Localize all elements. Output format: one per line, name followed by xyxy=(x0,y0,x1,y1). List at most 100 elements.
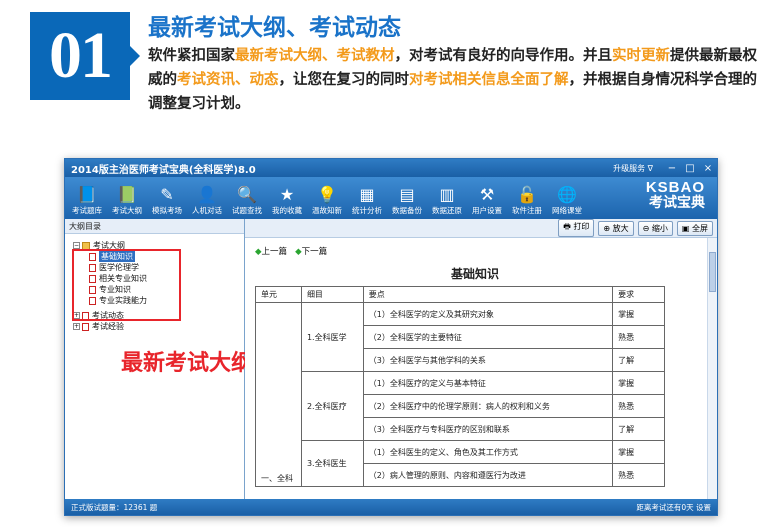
prev-article-link[interactable]: ◆上一篇 xyxy=(255,245,287,257)
lock-icon: 🔓 xyxy=(517,184,537,204)
zoom-in-button[interactable]: ⊕ 放大 xyxy=(598,220,634,236)
point-cell: （1）全科医疗的定义与基本特征 xyxy=(362,371,614,395)
settings-icon: ⚒ xyxy=(479,184,495,204)
toolbar-button-settings[interactable]: ⚒ 用户设置 xyxy=(467,183,507,216)
collapse-icon[interactable]: − xyxy=(73,242,80,249)
document-title: 基础知识 xyxy=(450,267,499,281)
upgrade-service-button[interactable]: 升级服务 ∇ xyxy=(613,163,653,174)
document-icon xyxy=(82,322,89,331)
toolbar-button-restore[interactable]: ▥ 数据还原 xyxy=(427,183,467,216)
table-row: 3.全科医生 （1）全科医生的定义、角色及其工作方式 掌握 xyxy=(256,440,665,487)
highlight-text: 考试资讯、动态 xyxy=(177,72,279,88)
toolbar-label: 网络课堂 xyxy=(552,206,582,215)
prev-label: 上一篇 xyxy=(261,247,288,257)
subject-cell: 2.全科医疗 xyxy=(300,371,364,441)
restore-icon: ▥ xyxy=(439,184,455,204)
maximize-button[interactable]: □ xyxy=(681,163,699,174)
zoom-out-button[interactable]: ⊖ 缩小 xyxy=(637,220,673,236)
description-text: 软件紧扣国家 xyxy=(148,48,235,64)
magnifier-icon: 🔍 xyxy=(237,184,257,204)
column-header: 要点 xyxy=(362,286,614,303)
vertical-scrollbar[interactable] xyxy=(707,238,717,499)
toolbar-label: 数据备份 xyxy=(392,206,422,215)
article-nav: ◆上一篇 ◆下一篇 xyxy=(255,245,327,257)
description-text: ，对考试有良好的向导作用。并且 xyxy=(394,48,613,64)
toolbar-label: 考试题库 xyxy=(72,206,102,215)
toolbar-button-lock[interactable]: 🔓 软件注册 xyxy=(507,183,547,216)
star-icon: ★ xyxy=(279,184,295,204)
brand-cn: 考试宝典 xyxy=(649,195,705,211)
requirement-cell: 了解 xyxy=(612,417,665,441)
fullscreen-label: 全屏 xyxy=(692,223,708,233)
document-panel: 🖶 打印 ⊕ 放大 ⊖ 缩小 ▣ 全屏 ◆上一篇 ◆下一篇 基础知识 单元 细目要… xyxy=(245,219,717,499)
outline-panel: 大纲目录 − 考试大纲 基础知识 医学伦理学 相关专业知识 专业知识 专业实践能力 + 考试动态… xyxy=(65,219,253,499)
zoom-out-label: 缩小 xyxy=(651,223,668,233)
point-cell: （2）病人管理的原则、内容和遵医行为改进 xyxy=(362,463,614,487)
toolbar-label: 用户设置 xyxy=(472,206,502,215)
column-header: 细目 xyxy=(300,286,364,303)
title-bar: 2014版主治医师考试宝典(全科医学)8.0 升级服务 ∇ − □ × xyxy=(65,159,717,177)
chart-icon: ▦ xyxy=(359,184,375,204)
outline-header: 大纲目录 xyxy=(65,219,244,234)
tree-item-label: 考试经验 xyxy=(92,322,124,331)
toolbar-label: 数据还原 xyxy=(432,206,462,215)
toolbar-button-star[interactable]: ★ 我的收藏 xyxy=(267,183,307,216)
column-header: 要求 xyxy=(612,286,665,303)
person-icon: 👤 xyxy=(197,184,217,204)
point-cell: （3）全科医疗与专科医疗的区别和联系 xyxy=(362,417,614,441)
question-count: 正式版试题量：12361 题 xyxy=(71,502,158,512)
table-header-row: 单元 细目 要点 要求 xyxy=(255,286,665,303)
requirement-cell: 熟悉 xyxy=(612,394,665,418)
toolbar-button-chart[interactable]: ▦ 统计分析 xyxy=(347,183,387,216)
subject-cell: 3.全科医生 xyxy=(300,440,364,487)
requirement-cell: 熟悉 xyxy=(612,325,665,349)
document-toolbar: 🖶 打印 ⊕ 放大 ⊖ 缩小 ▣ 全屏 xyxy=(245,219,717,238)
requirement-cell: 熟悉 xyxy=(612,463,665,487)
toolbar-label: 考试大纲 xyxy=(112,206,142,215)
point-cell: （3）全科医学与其他学科的关系 xyxy=(362,348,614,372)
content-area: 大纲目录 − 考试大纲 基础知识 医学伦理学 相关专业知识 专业知识 专业实践能力 + 考试动态… xyxy=(65,219,717,499)
toolbar-label: 温故知新 xyxy=(312,206,342,215)
description-text: ，让您在复习的同时 xyxy=(278,72,410,88)
tree-item[interactable]: + 考试经验 xyxy=(73,321,124,332)
brand-en: KSBAO xyxy=(645,179,705,196)
toolbar-button-bulb[interactable]: 💡 温故知新 xyxy=(307,183,347,216)
subject-cell: 1.全科医学 xyxy=(300,302,364,372)
table-row: 2.全科医疗 （1）全科医疗的定义与基本特征 掌握 xyxy=(256,371,665,441)
brand-logo: KSBAO 考试宝典 xyxy=(646,179,705,211)
toolbar-button-outline[interactable]: 📗 考试大纲 xyxy=(107,183,147,216)
syllabus-table: 单元 细目 要点 要求 一、全科 1.全科医学 （1）全科医学的定义及其研究对象 掌握 （2）全… xyxy=(255,286,665,487)
toolbar-button-backup[interactable]: ▤ 数据备份 xyxy=(387,183,427,216)
scrollbar-thumb[interactable] xyxy=(709,252,716,292)
highlight-text: 最新考试大纲、考试教材 xyxy=(235,48,395,64)
point-cell: （2）全科医学的主要特征 xyxy=(362,325,614,349)
point-cell: （2）全科医疗中的伦理学原则：病人的权利和义务 xyxy=(362,394,614,418)
highlight-text: 实时更新 xyxy=(612,48,670,64)
exam-countdown[interactable]: 距离考试还有0天 设置 xyxy=(636,502,711,513)
book-icon: 📘 xyxy=(77,184,97,204)
close-button[interactable]: × xyxy=(699,163,717,174)
print-button[interactable]: 🖶 打印 xyxy=(558,219,595,237)
expand-icon[interactable]: + xyxy=(73,323,80,330)
status-bar: 正式版试题量：12361 题 距离考试还有0天 设置 xyxy=(65,499,717,515)
app-window: 2014版主治医师考试宝典(全科医学)8.0 升级服务 ∇ − □ × 📘 考试题… xyxy=(64,158,718,516)
table-row: 一、全科 1.全科医学 （1）全科医学的定义及其研究对象 掌握 xyxy=(255,302,665,487)
point-cell: （1）全科医生的定义、角色及其工作方式 xyxy=(362,440,614,464)
next-article-link[interactable]: ◆下一篇 xyxy=(295,245,327,257)
zoom-in-label: 放大 xyxy=(612,223,629,233)
unit-cell: 一、全科 xyxy=(255,302,302,487)
backup-icon: ▤ xyxy=(399,184,415,204)
toolbar-button-person[interactable]: 👤 人机对话 xyxy=(187,183,227,216)
toolbar-label: 试题查找 xyxy=(232,206,262,215)
toolbar-button-magnifier[interactable]: 🔍 试题查找 xyxy=(227,183,267,216)
column-header: 单元 xyxy=(255,286,302,303)
toolbar-button-pen[interactable]: ✎ 模拟考场 xyxy=(147,183,187,216)
fullscreen-button[interactable]: ▣ 全屏 xyxy=(676,220,713,236)
toolbar-button-book[interactable]: 📘 考试题库 xyxy=(67,183,107,216)
minimize-button[interactable]: − xyxy=(663,163,681,174)
window-title: 2014版主治医师考试宝典(全科医学)8.0 xyxy=(71,164,256,176)
next-label: 下一篇 xyxy=(301,247,328,257)
toolbar-button-globe[interactable]: 🌐 网络课堂 xyxy=(547,183,587,216)
toolbar-label: 统计分析 xyxy=(352,206,382,215)
promo-title: 最新考试大纲、考试动态 xyxy=(148,15,401,41)
